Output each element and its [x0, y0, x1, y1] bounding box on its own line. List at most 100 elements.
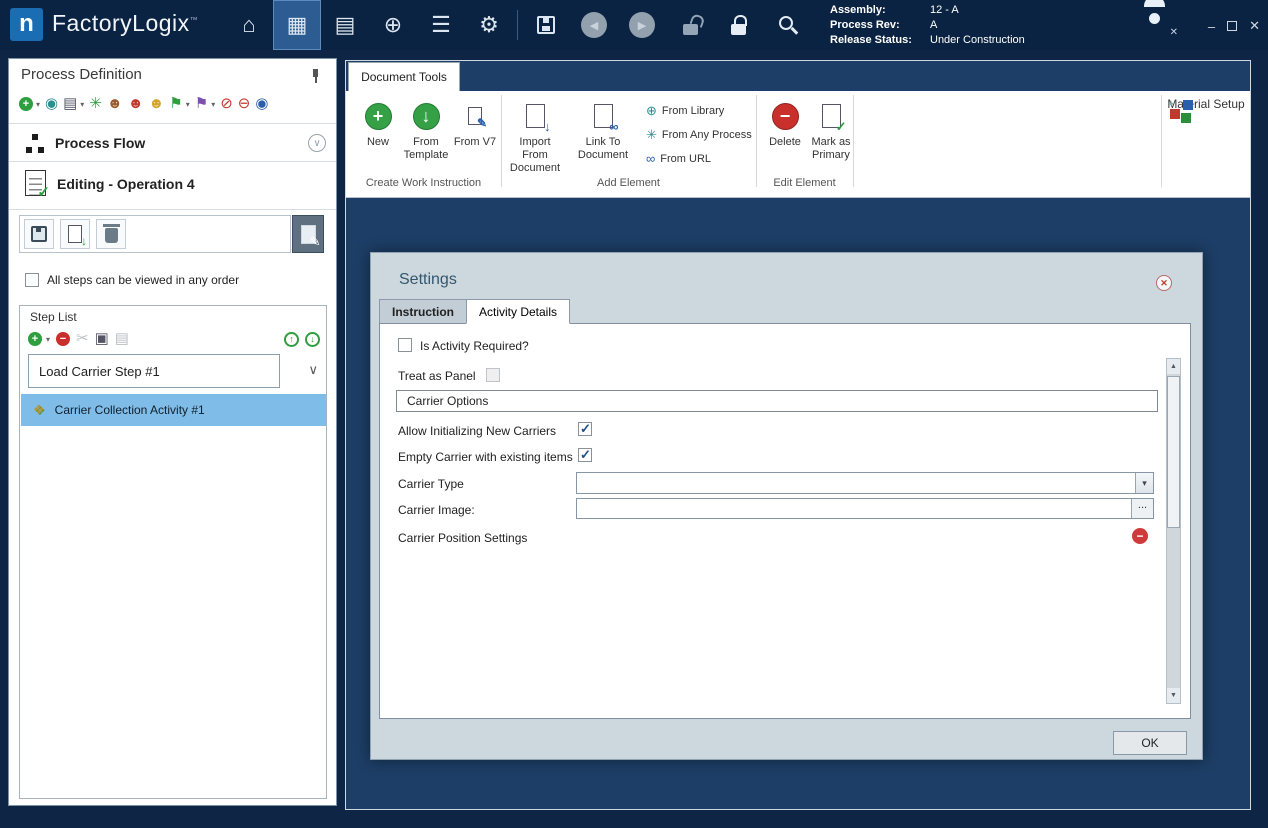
- is-activity-required-checkbox[interactable]: [398, 338, 412, 352]
- unlock-button[interactable]: [666, 0, 714, 50]
- block-icon[interactable]: ⊘: [220, 95, 233, 113]
- activity-details-panel: Is Activity Required? Treat as Panel Car…: [379, 323, 1191, 719]
- flag-purple-caret-icon[interactable]: ▾: [211, 100, 215, 109]
- scroll-up-icon[interactable]: ▲: [1167, 359, 1180, 374]
- scroll-down-icon[interactable]: ▼: [1167, 688, 1180, 703]
- treat-as-panel-checkbox[interactable]: [486, 368, 500, 382]
- tab-activity-details[interactable]: Activity Details: [466, 299, 570, 324]
- new-button[interactable]: + New: [356, 99, 400, 149]
- audit-search-button[interactable]: [762, 0, 810, 50]
- import-template-button[interactable]: ↓: [60, 219, 90, 249]
- unlock-icon: [683, 24, 698, 35]
- toolbar-separator: [517, 10, 518, 40]
- from-url-button[interactable]: ∞ From URL: [646, 151, 711, 166]
- settings-button[interactable]: ⚙: [465, 0, 513, 50]
- delete-element-button[interactable]: − Delete: [762, 99, 808, 149]
- flag-purple-icon[interactable]: ⚑: [195, 95, 208, 113]
- tab-instruction[interactable]: Instruction: [379, 299, 466, 324]
- supervisor-icon[interactable]: ☻: [128, 95, 144, 113]
- import-from-document-button[interactable]: ↓ Import From Document: [506, 99, 564, 175]
- forward-button[interactable]: ▶: [618, 0, 666, 50]
- chevron-down-icon[interactable]: ▾: [1135, 473, 1153, 493]
- from-template-label: From Template: [404, 136, 449, 161]
- mark-as-primary-button[interactable]: ✓ Mark as Primary: [808, 99, 854, 162]
- remove-icon[interactable]: ⊖: [238, 95, 251, 113]
- delete-operation-button[interactable]: [96, 219, 126, 249]
- app-name: FactoryLogix™: [52, 10, 198, 37]
- allow-initializing-checkbox[interactable]: [578, 422, 592, 436]
- save-operation-button[interactable]: [24, 219, 54, 249]
- scrollbar[interactable]: ▲ ▼: [1166, 358, 1181, 704]
- move-down-icon[interactable]: ↓: [305, 332, 320, 347]
- from-template-button[interactable]: ↓ From Template: [400, 99, 452, 162]
- pin-icon[interactable]: [308, 69, 322, 83]
- gear-icon: ⚙: [479, 12, 499, 38]
- carrier-type-select[interactable]: ▾: [576, 472, 1154, 494]
- close-button[interactable]: ✕: [1249, 18, 1260, 34]
- carrier-options-title: Carrier Options: [407, 394, 488, 408]
- process-rev-value: A: [930, 18, 937, 33]
- compass-icon: ⊕: [384, 12, 402, 38]
- back-button[interactable]: ◀: [570, 0, 618, 50]
- from-v7-button[interactable]: ✎ From V7: [452, 99, 498, 149]
- empty-carrier-checkbox[interactable]: [578, 448, 592, 462]
- steps-order-checkbox[interactable]: [25, 273, 39, 287]
- trademark: ™: [190, 15, 199, 24]
- remove-position-icon[interactable]: −: [1132, 528, 1148, 544]
- add-icon[interactable]: +: [19, 97, 33, 111]
- operator-icon[interactable]: ☻: [107, 95, 123, 113]
- browse-button[interactable]: ...: [1131, 499, 1153, 518]
- reports-button[interactable]: ☰: [417, 0, 465, 50]
- minimize-button[interactable]: –: [1208, 19, 1215, 34]
- flag-green-caret-icon[interactable]: ▾: [186, 100, 190, 109]
- step-list-item[interactable]: ❖ Carrier Collection Activity #1: [21, 394, 326, 426]
- logout-user-button[interactable]: ✕: [1140, 10, 1174, 40]
- globe-icon[interactable]: ◉: [45, 95, 58, 113]
- scrollbar-thumb[interactable]: [1167, 376, 1180, 528]
- ok-button[interactable]: OK: [1113, 731, 1187, 755]
- material-setup-button[interactable]: ✦ Material Setup: [1166, 97, 1246, 111]
- process-definition-button[interactable]: ▦: [273, 0, 321, 50]
- process-grid-icon: ▦: [287, 12, 308, 38]
- dispatch-button[interactable]: ⊕: [369, 0, 417, 50]
- trainee-icon[interactable]: ☻: [148, 95, 164, 113]
- import-from-document-label: Import From Document: [510, 136, 560, 174]
- record-icon[interactable]: ◉: [255, 95, 268, 113]
- import-arrow-icon: ↓: [544, 120, 551, 133]
- allow-initializing-label: Allow Initializing New Carriers: [398, 424, 556, 438]
- dialog-close-button[interactable]: ✕: [1156, 275, 1172, 291]
- app-name-text: FactoryLogix: [52, 10, 190, 36]
- add-step-icon[interactable]: +: [28, 332, 42, 346]
- add-caret-icon[interactable]: ▾: [36, 100, 40, 109]
- print-caret-icon[interactable]: ▾: [80, 100, 84, 109]
- documents-button[interactable]: ▤: [321, 0, 369, 50]
- new-label: New: [367, 136, 389, 148]
- home-button[interactable]: ⌂: [225, 0, 273, 50]
- remove-step-icon[interactable]: −: [56, 332, 70, 346]
- flag-green-icon[interactable]: ⚑: [169, 95, 182, 113]
- print-icon[interactable]: ▤: [63, 95, 77, 113]
- from-url-label: From URL: [660, 153, 711, 165]
- from-library-button[interactable]: ⊕ From Library: [646, 103, 724, 119]
- copy-icon[interactable]: ▣: [95, 330, 109, 348]
- group-separator: [853, 95, 854, 187]
- maximize-button[interactable]: [1227, 21, 1237, 31]
- carrier-image-input[interactable]: ...: [576, 498, 1154, 519]
- paste-icon[interactable]: ▤: [115, 330, 129, 348]
- is-activity-required-label: Is Activity Required?: [420, 339, 529, 353]
- sync-icon[interactable]: ✳: [89, 95, 102, 113]
- move-up-icon[interactable]: ↑: [284, 332, 299, 347]
- lock-button[interactable]: [714, 0, 762, 50]
- collapse-chevron-icon[interactable]: ∨: [308, 134, 326, 152]
- process-flow-row[interactable]: Process Flow ∨: [9, 127, 336, 161]
- panel-title: Process Definition: [21, 66, 142, 83]
- link-to-document-button[interactable]: ∞ Link To Document: [574, 99, 632, 162]
- edit-mode-toggle-button[interactable]: ✎: [292, 215, 324, 253]
- tab-document-tools[interactable]: Document Tools: [348, 62, 460, 91]
- cut-icon[interactable]: ✂: [76, 330, 89, 348]
- add-step-caret-icon[interactable]: ▾: [46, 335, 50, 344]
- from-any-process-button[interactable]: ✳ From Any Process: [646, 127, 752, 143]
- step-selector-chevron-icon[interactable]: ∨: [308, 362, 318, 378]
- save-button[interactable]: [522, 0, 570, 50]
- step-selector-input[interactable]: Load Carrier Step #1: [28, 354, 280, 388]
